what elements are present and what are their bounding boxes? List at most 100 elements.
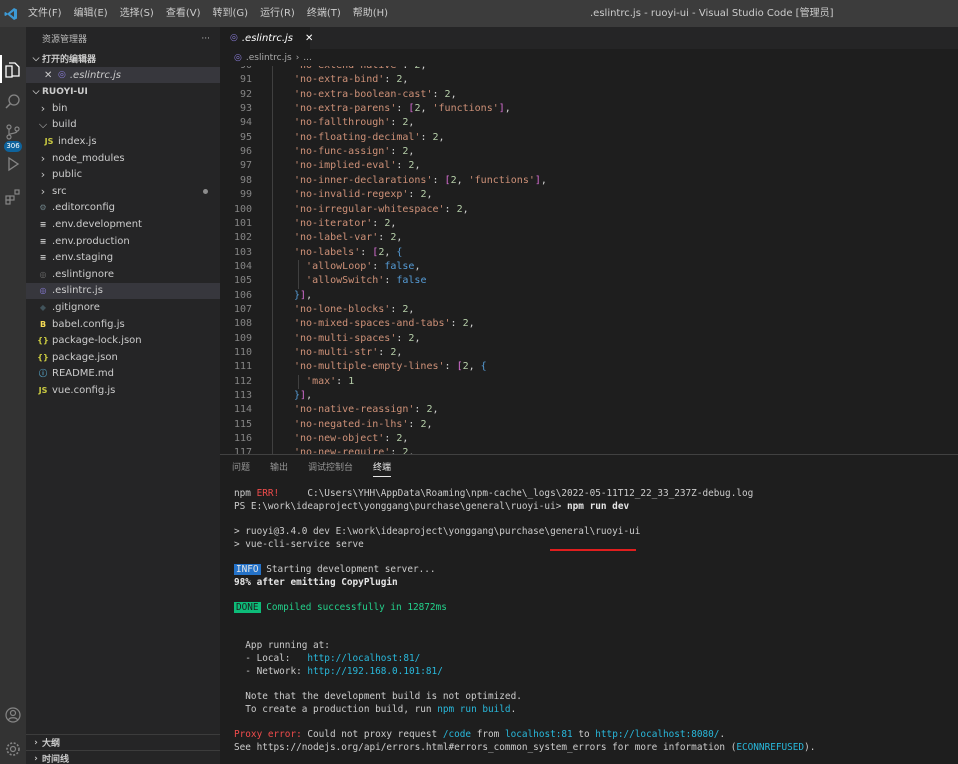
code-line: 103'no-labels': [2, { [220, 246, 958, 260]
folder-item[interactable]: › public [26, 166, 220, 183]
editor-scrollbar[interactable] [948, 66, 958, 454]
code-line: 91'no-extra-bind': 2, [220, 73, 958, 87]
file-item[interactable]: {} package-lock.json [26, 332, 220, 349]
json-file-icon: {} [37, 336, 49, 346]
project-section[interactable]: ⌵ RUOYI-UI [26, 83, 220, 100]
tree-item-label: bin [52, 102, 68, 114]
tab-eslintrc[interactable]: ◎ .eslintrc.js ✕ [220, 27, 313, 49]
tree-item-label: public [52, 169, 83, 181]
tree-item-label: .editorconfig [52, 202, 115, 214]
code-line: 117'no-new-require': 2, [220, 446, 958, 454]
code-line: 112 'max': 1 [220, 375, 958, 389]
chevron-right-icon: › [295, 52, 300, 63]
terminal-line: Proxy error: Could not proxy request /co… [234, 729, 726, 740]
line-number: 95 [239, 131, 252, 143]
search-icon[interactable] [0, 87, 26, 117]
code-line: 98'no-inner-declarations': [2, 'function… [220, 174, 958, 188]
panel-tab[interactable]: 输出 [270, 455, 288, 481]
tree-item-label: .env.production [52, 235, 130, 247]
menu-item[interactable]: 文件(F) [22, 0, 68, 27]
manage-gear-icon[interactable] [0, 734, 26, 764]
js-file-icon: JS [38, 385, 48, 395]
explorer-sidebar: 资源管理器 ··· ⌵ 打开的编辑器 ✕ ◎ .eslintrc.js ⌵ RU… [26, 27, 220, 764]
panel-tab[interactable]: 终端 [373, 455, 392, 481]
network-url-link[interactable]: http://192.168.0.101:81/ [307, 666, 442, 677]
account-icon[interactable] [0, 700, 26, 730]
info-tag: INFO [234, 564, 261, 575]
eslint-file-icon: ◎ [39, 286, 47, 296]
folder-item[interactable]: › bin [26, 100, 220, 117]
file-item[interactable]: ◎ .eslintignore [26, 266, 220, 283]
open-editors-section[interactable]: ⌵ 打开的编辑器 [26, 50, 220, 67]
extensions-icon[interactable] [0, 182, 26, 212]
chevron-right-icon: › [40, 101, 46, 115]
babel-file-icon: B [39, 319, 47, 329]
menu-item[interactable]: 选择(S) [114, 0, 160, 27]
run-debug-icon[interactable] [0, 149, 26, 179]
terminal-line: 98% after emitting CopyPlugin [234, 577, 398, 588]
line-number: 100 [233, 203, 252, 215]
file-item[interactable]: ⓘ README.md [26, 366, 220, 383]
line-number: 99 [239, 189, 252, 201]
menu-item[interactable]: 转到(G) [207, 0, 255, 27]
file-item[interactable]: ⚙ .editorconfig [26, 200, 220, 217]
close-icon[interactable]: ✕ [44, 70, 58, 81]
panel-tab[interactable]: 问题 [232, 455, 250, 481]
folder-item[interactable]: ⌵ build [26, 117, 220, 134]
chevron-right-icon: › [40, 184, 46, 198]
explorer-icon[interactable] [0, 55, 26, 85]
menu-item[interactable]: 编辑(E) [68, 0, 114, 27]
line-number: 92 [239, 88, 252, 100]
menu-item[interactable]: 查看(V) [160, 0, 207, 27]
file-item[interactable]: JS index.js [26, 133, 220, 150]
terminal-line: See https://nodejs.org/api/errors.html#e… [234, 742, 816, 753]
code-line: 110'no-multi-str': 2, [220, 346, 958, 360]
breadcrumb-more[interactable]: ... [303, 53, 312, 63]
file-tree: › bin ⌵ build JS index.js › node_modules › public… [26, 100, 220, 399]
file-item[interactable]: ≡ .env.staging [26, 249, 220, 266]
code-line: 92'no-extra-boolean-cast': 2, [220, 88, 958, 102]
terminal-line: PS E:\work\ideaproject\yonggang\purchase… [234, 501, 630, 512]
folder-item[interactable]: › node_modules [26, 150, 220, 167]
title-bar: 文件(F) 编辑(E) 选择(S) 查看(V) 转到(G) 运行(R) 终端(T) 帮助(H)… [0, 0, 958, 27]
outline-section[interactable]: › 大纲 [26, 734, 220, 750]
git-file-icon: ◆ [39, 302, 47, 312]
line-number: 106 [233, 289, 252, 301]
file-item[interactable]: ≡ .env.development [26, 216, 220, 233]
menu-item[interactable]: 终端(T) [301, 0, 347, 27]
folder-item[interactable]: › src [26, 183, 220, 200]
outline-title: 大纲 [42, 739, 61, 749]
file-item[interactable]: ≡ .env.production [26, 233, 220, 250]
file-item[interactable]: {} package.json [26, 349, 220, 366]
file-item[interactable]: ◆ .gitignore [26, 299, 220, 316]
line-number: 91 [239, 74, 252, 86]
timeline-section[interactable]: › 时间线 [26, 750, 220, 764]
menu-item[interactable]: 运行(R) [254, 0, 301, 27]
code-line: 109'no-multi-spaces': 2, [220, 332, 958, 346]
file-item[interactable]: JS vue.config.js [26, 382, 220, 399]
code-editor[interactable]: 90'no-extend-native': 2,91'no-extra-bind… [220, 66, 958, 454]
menu-item[interactable]: 帮助(H) [347, 0, 394, 27]
open-editor-item[interactable]: ✕ ◎ .eslintrc.js [26, 67, 220, 83]
tree-item-label: .gitignore [52, 301, 100, 313]
eslint-icon: ◎ [234, 52, 242, 63]
breadcrumb-file[interactable]: .eslintrc.js [246, 53, 292, 63]
explorer-title: 资源管理器 [42, 35, 88, 45]
line-number: 90 [220, 66, 252, 73]
terminal-line: > vue-cli-service serve [234, 539, 364, 550]
terminal-line: Note that the development build is not o… [234, 691, 522, 702]
red-annotation-underline [550, 549, 636, 551]
file-item[interactable]: ◎ .eslintrc.js [26, 282, 220, 300]
tree-item-label: .env.staging [52, 252, 114, 264]
line-number: 97 [239, 160, 252, 172]
more-actions-button[interactable]: ··· [201, 34, 210, 44]
code-line: 105 'allowSwitch': false [220, 274, 958, 288]
modified-dot-icon [203, 188, 208, 194]
file-item[interactable]: Bbabel.config.js [26, 316, 220, 333]
chevron-right-icon: › [34, 737, 38, 748]
close-icon[interactable]: ✕ [305, 33, 313, 44]
line-number: 103 [233, 246, 252, 258]
panel-tab[interactable]: 调试控制台 [308, 455, 353, 481]
tree-item-label: package.json [52, 351, 118, 363]
local-url-link[interactable]: http://localhost:81/ [307, 653, 420, 664]
